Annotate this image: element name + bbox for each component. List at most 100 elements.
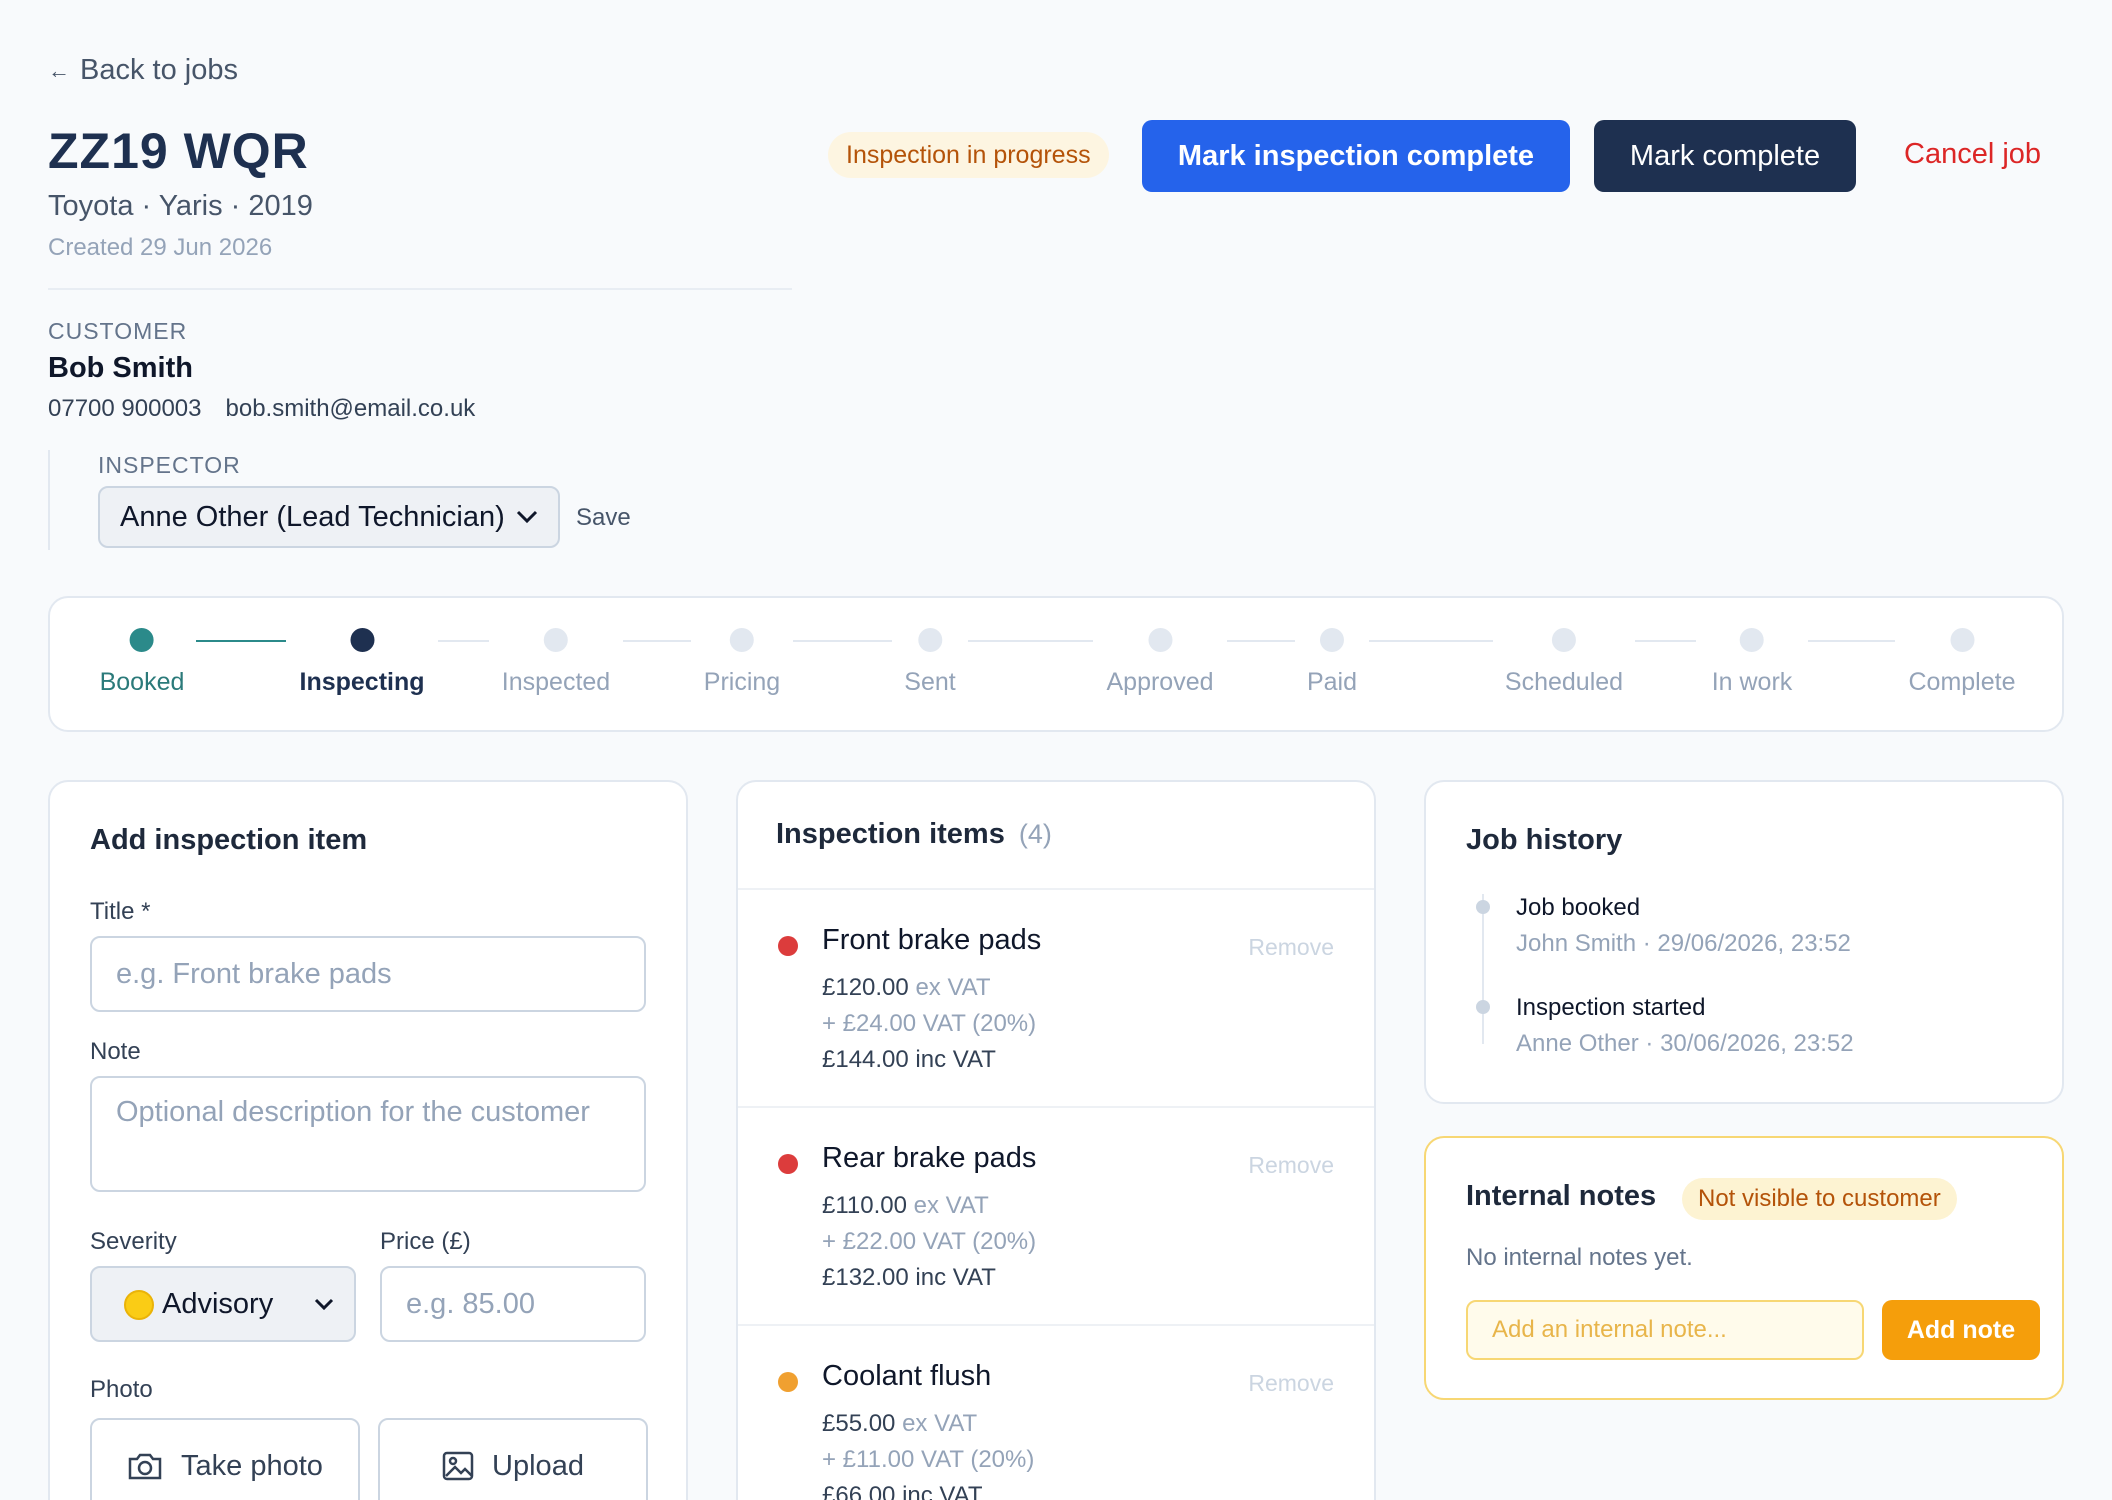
inspection-item: Rear brake pads Remove £110.00 ex VAT + … [738, 1106, 1374, 1324]
created-date: Created 29 Jun 2026 [48, 234, 273, 261]
image-icon [442, 1451, 474, 1481]
back-to-jobs-label: Back to jobs [80, 54, 238, 86]
severity-dot-icon [778, 1154, 798, 1174]
progress-step-sent: Sent [904, 628, 956, 697]
severity-dot-icon [778, 936, 798, 956]
mark-inspection-complete-button[interactable]: Mark inspection complete [1142, 120, 1570, 192]
status-badge: Inspection in progress [828, 132, 1109, 178]
job-history-card: Job history Job booked John Smith · 29/0… [1424, 780, 2064, 1104]
add-note-button[interactable]: Add note [1882, 1300, 2040, 1360]
progress-connector [1808, 640, 1895, 642]
customer-phone: 07700 900003 [48, 395, 202, 422]
history-event-title: Inspection started [1516, 994, 1706, 1021]
inspector-save-button[interactable]: Save [576, 504, 631, 532]
severity-dot-icon [778, 1372, 798, 1392]
add-item-heading: Add inspection item [90, 824, 368, 856]
inspection-items-card: Inspection items (4) Front brake pads Re… [736, 780, 1376, 1500]
progress-connector [623, 640, 691, 642]
step-label: Booked [99, 668, 185, 696]
severity-value: Advisory [162, 1287, 274, 1320]
inspector-select[interactable]: Anne Other (Lead Technician) [98, 486, 560, 548]
step-dot-icon [543, 628, 568, 652]
history-event-meta: Anne Other · 30/06/2026, 23:52 [1516, 1030, 1854, 1057]
history-heading: Job history [1466, 824, 1623, 856]
step-dot-icon [1148, 628, 1172, 652]
timeline-dot-icon [1476, 1000, 1490, 1014]
progress-step-complete: Complete [1909, 628, 2016, 697]
job-progress-stepper: Booked Inspecting Inspected Pricing Sent Appr… [48, 596, 2064, 732]
note-textarea[interactable]: Optional description for the customer [90, 1076, 646, 1192]
item-price-inc-vat: £66.00 inc VAT [822, 1482, 983, 1500]
progress-connector [793, 640, 892, 642]
progress-step-inspected: Inspected [502, 628, 610, 697]
back-to-jobs-link[interactable]: ← Back to jobs [48, 54, 238, 87]
progress-step-scheduled: Scheduled [1505, 628, 1623, 697]
internal-notes-card: Internal notes Not visible to customer N… [1424, 1136, 2064, 1400]
step-dot-icon [349, 628, 374, 652]
price-input[interactable]: e.g. 85.00 [380, 1266, 646, 1342]
progress-step-in-work: In work [1712, 628, 1792, 697]
progress-step-booked: Booked [99, 628, 185, 697]
severity-select[interactable]: Advisory [90, 1266, 356, 1342]
ex-vat-suffix: ex VAT [913, 1192, 989, 1219]
upload-button[interactable]: Upload [378, 1418, 648, 1500]
step-label: Scheduled [1504, 668, 1624, 696]
progress-connector [438, 640, 489, 642]
inspector-selected-value: Anne Other (Lead Technician) [120, 500, 505, 533]
cancel-job-link[interactable]: Cancel job [1904, 138, 2041, 171]
back-arrow-icon: ← [48, 57, 70, 83]
items-header: Inspection items (4) [776, 818, 1052, 851]
remove-button[interactable]: Remove [1248, 1152, 1334, 1179]
add-inspection-item-card: Add inspection item Title * e.g. Front b… [48, 780, 688, 1500]
item-price-ex-vat: £55.00 ex VAT [822, 1410, 977, 1438]
advisory-dot-icon [124, 1289, 154, 1320]
item-price-ex-vat: £110.00 ex VAT [822, 1192, 989, 1220]
severity-label: Severity [90, 1228, 177, 1255]
step-dot-icon [1552, 628, 1576, 652]
step-dot-icon [1319, 628, 1344, 652]
remove-button[interactable]: Remove [1248, 934, 1334, 961]
progress-step-pricing: Pricing [704, 628, 780, 697]
item-price-inc-vat: £132.00 inc VAT [822, 1264, 996, 1291]
title-label: Title * [90, 898, 151, 925]
remove-button[interactable]: Remove [1248, 1370, 1334, 1397]
ex-vat-amount: £110.00 [822, 1192, 907, 1219]
step-dot-icon [1950, 628, 1974, 652]
progress-connector [1635, 640, 1696, 642]
step-label: Sent [904, 668, 956, 696]
items-count: (4) [1018, 819, 1052, 849]
item-name: Coolant flush [822, 1360, 992, 1392]
take-photo-label: Take photo [181, 1449, 323, 1482]
progress-connector [196, 640, 286, 642]
title-input[interactable]: e.g. Front brake pads [90, 936, 646, 1012]
chevron-down-icon [516, 510, 538, 524]
step-dot-icon [729, 628, 754, 652]
step-dot-icon [1740, 628, 1764, 652]
progress-step-approved: Approved [1106, 628, 1214, 697]
camera-icon [128, 1453, 162, 1480]
note-label: Note [90, 1038, 141, 1065]
internal-note-input[interactable]: Add an internal note... [1466, 1300, 1864, 1360]
inspector-divider [48, 450, 50, 550]
mark-complete-button[interactable]: Mark complete [1594, 120, 1856, 192]
history-event-title: Job booked [1516, 894, 1641, 921]
ex-vat-suffix: ex VAT [915, 974, 991, 1001]
inspector-section-label: INSPECTOR [98, 452, 241, 478]
step-label: Approved [1106, 668, 1214, 696]
item-vat: + £22.00 VAT (20%) [822, 1228, 1037, 1255]
item-name: Rear brake pads [822, 1142, 1037, 1174]
step-dot-icon [918, 628, 942, 652]
customer-email: bob.smith@email.co.uk [225, 395, 476, 422]
customer-section-label: CUSTOMER [48, 318, 188, 344]
step-label: Paid [1306, 668, 1358, 696]
upload-label: Upload [492, 1449, 584, 1482]
timeline-line [1482, 894, 1484, 1044]
notes-empty-message: No internal notes yet. [1466, 1244, 1693, 1271]
customer-contact: 07700 900003 bob.smith@email.co.uk [48, 395, 475, 423]
take-photo-button[interactable]: Take photo [90, 1418, 360, 1500]
severity-option: Advisory [124, 1288, 273, 1321]
inspection-item: Coolant flush Remove £55.00 ex VAT + £11… [738, 1324, 1374, 1500]
chevron-down-icon [314, 1298, 334, 1310]
progress-connector [1369, 640, 1493, 642]
history-event-meta: John Smith · 29/06/2026, 23:52 [1516, 930, 1851, 957]
